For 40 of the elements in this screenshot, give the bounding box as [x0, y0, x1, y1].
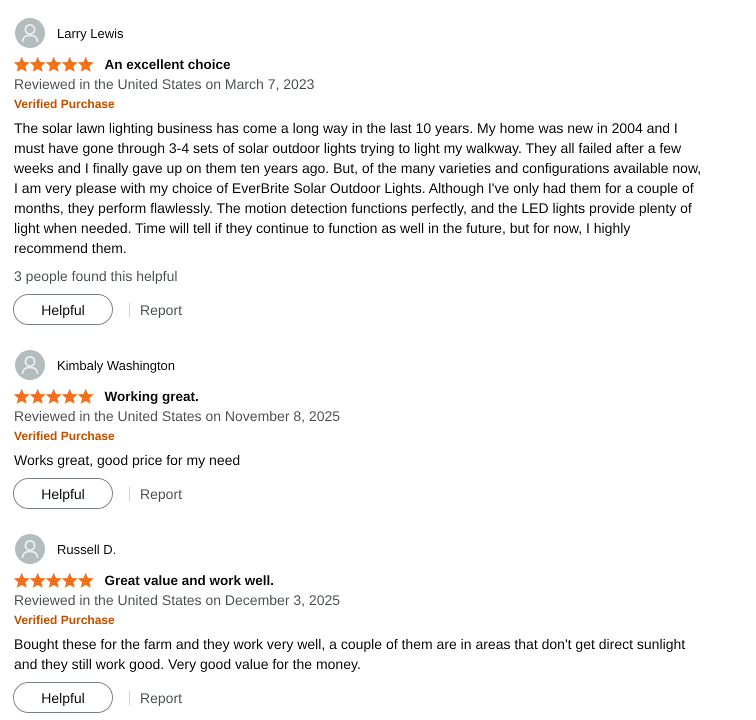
review-title: Working great.: [104, 388, 199, 404]
filled-star-icon: [78, 56, 94, 72]
avatar-silhouette-icon: [15, 18, 45, 48]
reviewer-name: Russell D.: [57, 542, 116, 556]
reviewer-name: Larry Lewis: [57, 26, 124, 40]
filled-star-icon: [78, 388, 94, 404]
report-link[interactable]: Report: [140, 690, 182, 706]
avatar-silhouette-icon: [15, 534, 45, 564]
verified-purchase-label: Verified Purchase: [14, 612, 116, 629]
helpful-button[interactable]: Helpful: [13, 478, 113, 509]
filled-star-icon: [14, 388, 30, 404]
filled-star-icon: [46, 56, 62, 72]
filled-star-icon: [14, 56, 30, 72]
helpful-button[interactable]: Helpful: [13, 682, 113, 713]
verified-purchase-label: Verified Purchase: [14, 428, 116, 445]
filled-star-icon: [14, 572, 30, 588]
review-text: The solar lawn lighting business has come a long way in the last 10 years. My home was new in 2004 and I must have gone through 3-4 sets of solar outdoor lights trying to light my walkway. They all failed after a few weeks and I finally gave up on them ten years ago. But, of the many varieties and configurations available now, I am very please with my choice of EverBrite Solar Outdoor Lights. Although I've only had them for a couple of months, they perform flawlessly. The motion detection functions perfectly, and the LED lights provide plenty of light when needed. Time will tell if they continue to function as well in the future, but for now, I highly recommend them.: [14, 119, 702, 258]
filled-star-icon: [62, 56, 78, 72]
verified-purchase-label: Verified Purchase: [14, 96, 116, 113]
review-title: Great value and work well.: [104, 572, 274, 588]
review-title: An excellent choice: [104, 56, 231, 72]
helpful-button[interactable]: Helpful: [13, 294, 113, 325]
review-date: Reviewed in the United States on November 8, 2025: [14, 407, 342, 426]
filled-star-icon: [30, 56, 46, 72]
filled-star-icon: [62, 572, 78, 588]
review-text: Works great, good price for my need: [14, 451, 242, 470]
report-link[interactable]: Report: [140, 486, 182, 502]
review-date: Reviewed in the United States on March 7, 2023: [14, 75, 316, 94]
filled-star-icon: [46, 388, 62, 404]
reviewer-name: Kimbaly Washington: [57, 358, 176, 372]
avatar-silhouette-icon: [15, 350, 45, 380]
report-link[interactable]: Report: [140, 302, 182, 318]
review-text: Bought these for the farm and they work very well, a couple of them are in areas that don't get direct sunlight and they still work good. Very good value for the money.: [14, 635, 686, 674]
filled-star-icon: [46, 572, 62, 588]
review-date: Reviewed in the United States on December 3, 2025: [14, 591, 342, 610]
filled-star-icon: [62, 388, 78, 404]
filled-star-icon: [78, 572, 94, 588]
helpful-count: 3 people found this helpful: [14, 267, 178, 286]
filled-star-icon: [30, 388, 46, 404]
filled-star-icon: [30, 572, 46, 588]
